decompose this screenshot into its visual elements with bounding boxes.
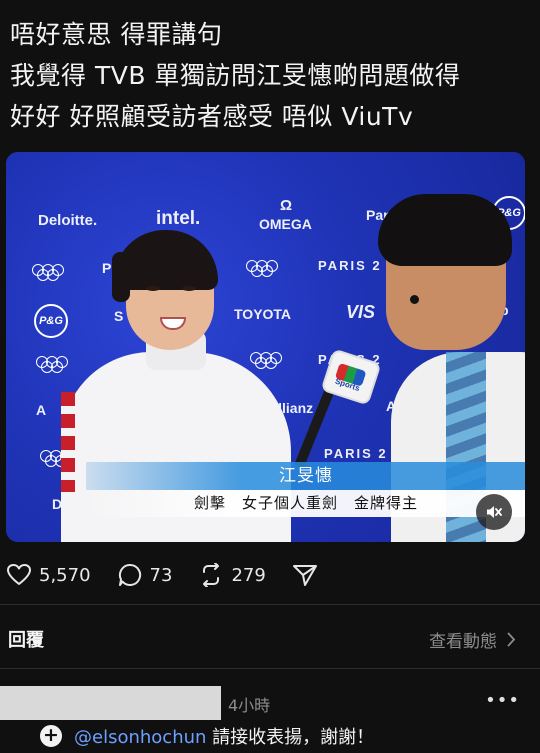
- olympic-rings-icon: [36, 356, 68, 373]
- paris-2024-logo: PARIS 2: [324, 446, 388, 461]
- like-count: 5,570: [39, 564, 91, 586]
- chevron-right-icon: [507, 632, 516, 647]
- comment-count: 73: [149, 564, 173, 586]
- repost-count: 279: [231, 564, 266, 586]
- olympic-rings-icon: [250, 352, 282, 369]
- user-mention-link[interactable]: @elsonhochun: [74, 727, 206, 748]
- pg-logo: P&G: [34, 304, 68, 338]
- repost-button[interactable]: 279: [198, 563, 266, 587]
- visa-logo: VIS: [346, 302, 376, 322]
- olympic-rings-icon: [32, 264, 64, 281]
- hong-kong-flag-patch: [61, 392, 75, 492]
- view-activity-link[interactable]: 查看動態: [429, 627, 516, 652]
- post-line-2: 我覺得 TVB 單獨訪問江旻憓啲問題做得: [10, 61, 461, 90]
- heart-icon: [7, 564, 31, 585]
- post-actions: 5,570 73 279: [6, 560, 351, 590]
- comment-bubble-icon: [118, 563, 141, 586]
- olympic-rings-icon: [246, 260, 278, 277]
- omega-logo: OMEGA: [259, 216, 312, 232]
- interviewer-hair: [378, 194, 512, 266]
- post-text: 唔好意思 得罪講句 我覺得 TVB 單獨訪問江旻憓啲問題做得 好好 好照顧受訪者…: [10, 14, 530, 137]
- view-activity-label: 查看動態: [429, 632, 497, 652]
- repost-icon: [203, 563, 220, 587]
- caption-name: 江旻憓: [279, 466, 333, 486]
- post-line-1: 唔好意思 得罪講句: [10, 20, 223, 49]
- athlete-hair: [112, 252, 130, 302]
- divider: [0, 668, 540, 669]
- video-player[interactable]: Deloitte. intel. Ω OMEGA Pan P&G P 4 PAR…: [6, 152, 525, 542]
- mute-button[interactable]: [476, 494, 512, 530]
- earphone-icon: [410, 295, 419, 304]
- more-options-icon[interactable]: •••: [485, 690, 520, 711]
- toyota-logo: TOYOTA: [234, 306, 292, 322]
- like-button[interactable]: 5,570: [6, 563, 91, 587]
- sponsor-fragment-a: A: [36, 402, 47, 418]
- sponsor-fragment-s: S: [114, 308, 124, 324]
- paris-2024-logo: PARIS 2: [318, 258, 382, 273]
- follow-plus-icon[interactable]: +: [38, 723, 64, 749]
- share-button[interactable]: [292, 563, 325, 587]
- intel-logo: intel.: [156, 208, 201, 229]
- send-icon: [292, 565, 317, 586]
- caption-subtitle: 劍擊 女子個人重劍 金牌得主: [193, 494, 418, 512]
- post-line-3: 好好 好照顧受訪者感受 唔似 ViuTv: [10, 102, 414, 131]
- athlete-eye: [146, 286, 160, 291]
- speaker-muted-icon: [487, 506, 502, 518]
- divider: [0, 604, 540, 605]
- comment-text: 請接收表揚，謝謝！: [206, 727, 375, 748]
- sponsor-fragment-p: P: [102, 260, 112, 276]
- deloitte-logo: Deloitte.: [38, 212, 98, 229]
- replies-heading: 回覆: [8, 630, 44, 651]
- comment-timestamp: 4小時: [228, 696, 271, 715]
- redacted-username: [0, 686, 221, 720]
- omega-symbol: Ω: [280, 197, 293, 214]
- comment-body: @elsonhochun 請接收表揚，謝謝！: [74, 723, 374, 749]
- comment-button[interactable]: 73: [117, 562, 173, 588]
- athlete-eye: [182, 286, 196, 291]
